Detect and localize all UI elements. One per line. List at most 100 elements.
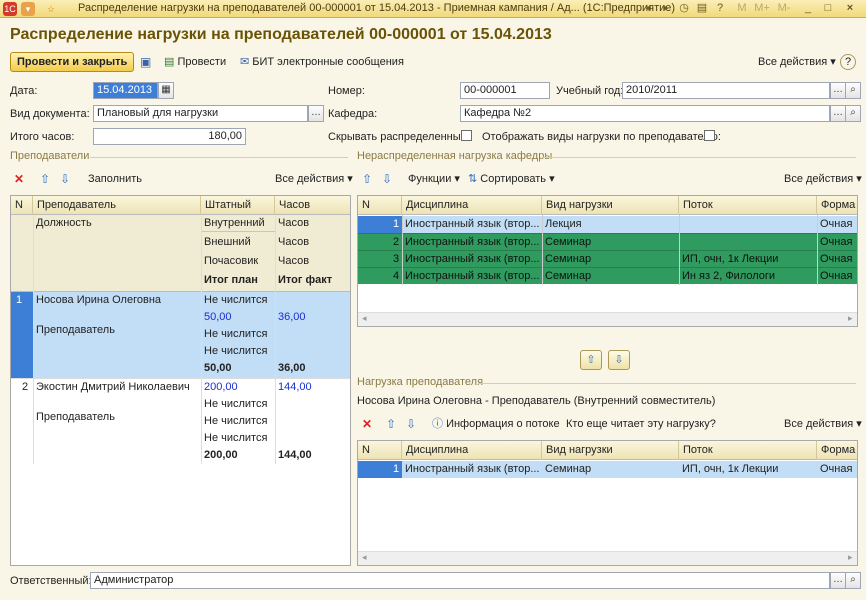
- history-icon[interactable]: ◷: [676, 1, 692, 16]
- table-row[interactable]: 3 Иностранный язык (втор... Семинар ИП, …: [358, 250, 857, 267]
- col-form[interactable]: Форма: [817, 441, 857, 460]
- teachers-all-actions-button[interactable]: Все действия ▾: [275, 171, 353, 187]
- col-n[interactable]: N: [11, 196, 33, 215]
- sub-hours-2: Часов: [278, 236, 310, 248]
- load-all-actions-button[interactable]: Все действия ▾: [784, 416, 862, 432]
- col-load-type[interactable]: Вид нагрузки: [542, 441, 679, 460]
- discipline: Иностранный язык (втор...: [405, 463, 540, 475]
- external-status: Не числится: [204, 328, 268, 340]
- move-down-icon[interactable]: ⇩: [60, 172, 70, 186]
- app-logo-icon[interactable]: 1С: [3, 2, 17, 16]
- col-n[interactable]: N: [358, 441, 402, 460]
- hide-distributed-checkbox[interactable]: [461, 130, 472, 141]
- doctype-field[interactable]: Плановый для нагрузки: [93, 105, 308, 122]
- col-staff[interactable]: Штатный: [201, 196, 275, 215]
- post-button[interactable]: ▤ Провести: [164, 54, 226, 70]
- save-icon[interactable]: ▣: [140, 55, 151, 69]
- row-number: 2: [393, 236, 400, 248]
- calendar-icon[interactable]: ▦: [158, 82, 174, 99]
- unassigned-all-actions-button[interactable]: Все действия ▾: [784, 171, 862, 187]
- responsible-search-icon[interactable]: ⌕: [845, 572, 861, 589]
- year-field[interactable]: 2010/2011: [622, 82, 830, 99]
- who-else-button[interactable]: Кто еще читает эту нагрузку?: [566, 416, 716, 432]
- help-icon[interactable]: ?: [712, 1, 728, 16]
- year-search-icon[interactable]: ⌕: [845, 82, 861, 99]
- table-row[interactable]: 2 Иностранный язык (втор... Семинар Очна…: [358, 233, 857, 250]
- table-row[interactable]: 2 Экостин Дмитрий Николаевич Преподавате…: [11, 378, 350, 464]
- number-field[interactable]: 00-000001: [460, 82, 550, 99]
- teacher-name: Носова Ирина Олеговна: [36, 294, 162, 306]
- move-up-icon[interactable]: ⇧: [40, 172, 50, 186]
- unassigned-down-icon[interactable]: ⇩: [382, 172, 392, 186]
- bit-messages-button[interactable]: ✉ БИТ электронные сообщения: [240, 54, 404, 70]
- col-hours[interactable]: Часов: [275, 196, 350, 215]
- unassigned-section-title: Нераспределенная нагрузка кафедры: [357, 150, 553, 162]
- scroll-left-icon[interactable]: ◂: [362, 552, 367, 563]
- fill-button[interactable]: Заполнить: [88, 171, 142, 187]
- scroll-right-icon[interactable]: ▸: [848, 313, 853, 324]
- menu-dropdown-icon[interactable]: ▾: [21, 2, 35, 16]
- show-types-checkbox[interactable]: [704, 130, 715, 141]
- assign-to-teacher-button[interactable]: ⇩: [608, 350, 630, 370]
- internal-fact: 36,00: [278, 311, 306, 323]
- form: Очная: [820, 270, 853, 282]
- teacher-position: Преподаватель: [36, 324, 115, 336]
- doctype-select-icon[interactable]: …: [308, 105, 324, 122]
- responsible-select-icon[interactable]: …: [830, 572, 846, 589]
- responsible-label: Ответственный:: [10, 575, 92, 587]
- delete-icon[interactable]: ✕: [14, 172, 24, 186]
- print-icon[interactable]: ▤: [694, 1, 710, 16]
- col-form[interactable]: Форма: [817, 196, 857, 215]
- table-row[interactable]: 1 Иностранный язык (втор... Лекция Очная: [358, 216, 857, 233]
- maximize-icon[interactable]: □: [820, 1, 836, 16]
- help-button[interactable]: ?: [840, 54, 856, 70]
- post-and-close-button[interactable]: Провести и закрыть: [10, 52, 135, 72]
- favorite-star-icon[interactable]: ☆: [44, 2, 58, 16]
- horizontal-scrollbar[interactable]: ◂ ▸: [358, 312, 857, 326]
- load-up-icon[interactable]: ⇧: [386, 417, 396, 431]
- col-n[interactable]: N: [358, 196, 402, 215]
- horizontal-scrollbar[interactable]: ◂ ▸: [358, 551, 857, 565]
- sort-button[interactable]: ⇅ Сортировать ▾: [468, 171, 555, 187]
- year-select-icon[interactable]: …: [830, 82, 846, 99]
- dept-select-icon[interactable]: …: [830, 105, 846, 122]
- table-row[interactable]: 4 Иностранный язык (втор... Семинар Ин я…: [358, 267, 857, 284]
- scroll-left-icon[interactable]: ◂: [362, 313, 367, 324]
- date-field[interactable]: 15.04.2013: [93, 82, 158, 99]
- teachers-table[interactable]: N Преподаватель Штатный Часов Должность …: [10, 195, 351, 566]
- unassigned-table-header: N Дисциплина Вид нагрузки Поток Форма: [358, 196, 857, 215]
- col-stream[interactable]: Поток: [679, 441, 817, 460]
- total-hours-field[interactable]: 180,00: [93, 128, 246, 145]
- col-teacher[interactable]: Преподаватель: [33, 196, 201, 215]
- close-icon[interactable]: ×: [842, 1, 858, 16]
- dept-field[interactable]: Кафедра №2: [460, 105, 830, 122]
- col-stream[interactable]: Поток: [679, 196, 817, 215]
- stream-info-button[interactable]: ⓘ Информация о потоке: [432, 416, 560, 432]
- nav-forward-icon[interactable]: ▸: [658, 1, 674, 16]
- functions-button[interactable]: Функции ▾: [408, 171, 460, 187]
- all-actions-button[interactable]: Все действия ▾: [758, 54, 836, 70]
- memory-mplus-icon: M+: [754, 2, 770, 14]
- load-delete-icon[interactable]: ✕: [362, 417, 372, 431]
- unassigned-up-icon[interactable]: ⇧: [362, 172, 372, 186]
- dept-search-icon[interactable]: ⌕: [845, 105, 861, 122]
- discipline: Иностранный язык (втор...: [405, 253, 540, 265]
- minimize-icon[interactable]: _: [800, 1, 816, 16]
- sub-internal: Внутренний: [201, 215, 275, 232]
- move-to-unassigned-button[interactable]: ⇧: [580, 350, 602, 370]
- table-row[interactable]: 1 Иностранный язык (втор... Семинар ИП, …: [358, 461, 857, 478]
- col-discipline[interactable]: Дисциплина: [402, 441, 542, 460]
- nav-back-icon[interactable]: ◂: [640, 1, 656, 16]
- load-down-icon[interactable]: ⇩: [406, 417, 416, 431]
- unassigned-table[interactable]: N Дисциплина Вид нагрузки Поток Форма 1 …: [357, 195, 858, 327]
- info-icon: ⓘ: [432, 418, 447, 430]
- arrow-up-icon: ⇧: [586, 354, 596, 366]
- col-load-type[interactable]: Вид нагрузки: [542, 196, 679, 215]
- load-table[interactable]: N Дисциплина Вид нагрузки Поток Форма 1 …: [357, 440, 858, 566]
- col-discipline[interactable]: Дисциплина: [402, 196, 542, 215]
- stream: Ин яз 2, Филологи: [682, 270, 776, 282]
- responsible-field[interactable]: Администратор: [90, 572, 830, 589]
- scroll-right-icon[interactable]: ▸: [848, 552, 853, 563]
- form: Очная: [820, 253, 853, 265]
- table-row[interactable]: 1 Носова Ирина Олеговна Преподаватель Не…: [11, 292, 350, 378]
